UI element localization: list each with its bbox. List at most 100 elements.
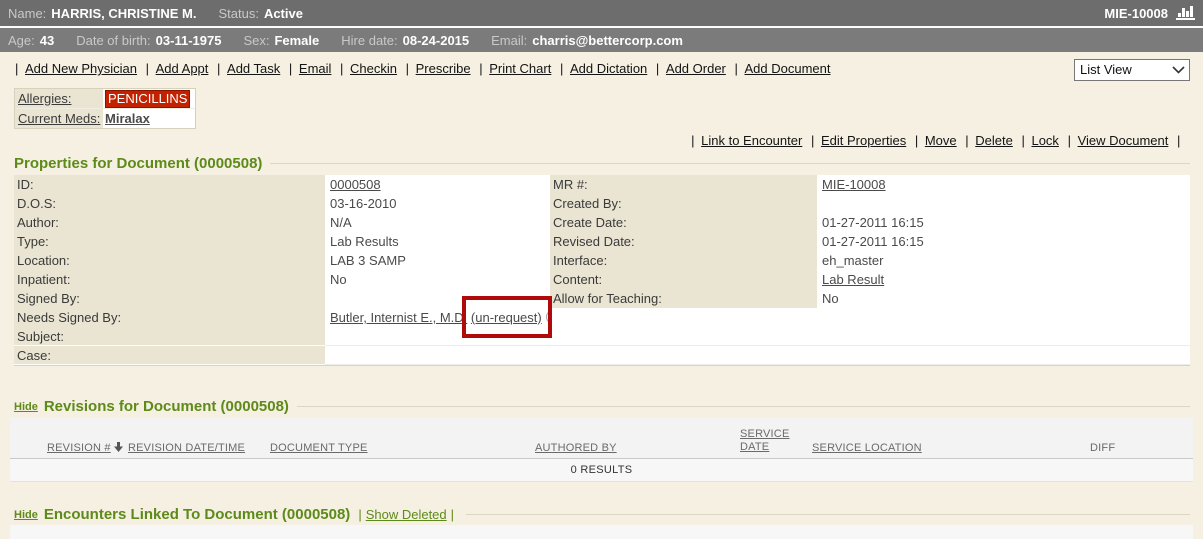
separator bbox=[811, 133, 818, 148]
prop-label: Location: bbox=[14, 251, 325, 271]
separator bbox=[1068, 133, 1075, 148]
encounters-title: Encounters Linked To Document (0000508) bbox=[44, 506, 350, 523]
separator bbox=[406, 61, 413, 76]
menu-add-dictation[interactable]: Add Dictation bbox=[570, 61, 647, 76]
delete-link[interactable]: Delete bbox=[975, 133, 1013, 148]
prop-label: Revised Date: bbox=[550, 232, 817, 252]
revisions-hide-link[interactable]: Hide bbox=[14, 401, 38, 413]
current-meds-value-cell: Miralax bbox=[103, 109, 195, 128]
prop-value: No bbox=[325, 270, 550, 290]
revisions-title: Revisions for Document (0000508) bbox=[44, 398, 289, 415]
table-row: Subject: bbox=[14, 327, 1190, 346]
flowsheet-chart-icon[interactable] bbox=[1176, 6, 1195, 20]
current-meds-row: Current Meds: Miralax bbox=[15, 109, 195, 128]
prop-value bbox=[325, 327, 550, 346]
document-id-link[interactable]: 0000508 bbox=[330, 177, 381, 192]
revisions-results-row: 0 RESULTS bbox=[10, 459, 1193, 482]
separator bbox=[691, 133, 698, 148]
allergy-badge[interactable]: PENICILLINS bbox=[105, 90, 190, 108]
mr-number-link[interactable]: MIE-10008 bbox=[822, 177, 886, 192]
document-type-sort-link[interactable]: DOCUMENT TYPE bbox=[270, 442, 368, 454]
link-to-encounter-link[interactable]: Link to Encounter bbox=[701, 133, 802, 148]
prop-label: D.O.S: bbox=[14, 194, 325, 214]
view-select[interactable]: List View bbox=[1074, 59, 1190, 81]
prop-value bbox=[325, 346, 550, 365]
patient-status: Active bbox=[264, 6, 303, 21]
allergies-link[interactable]: Allergies: bbox=[18, 91, 71, 106]
col-service-location: SERVICE LOCATION bbox=[812, 442, 922, 454]
move-link[interactable]: Move bbox=[925, 133, 957, 148]
needs-signed-by-cell: Butler, Internist E., M.D. (un-request)i bbox=[325, 308, 550, 328]
separator bbox=[1021, 133, 1028, 148]
col-authored-by: AUTHORED BY bbox=[535, 442, 617, 454]
revision-number-sort-link[interactable]: REVISION # bbox=[47, 442, 111, 454]
menu-prescribe[interactable]: Prescribe bbox=[416, 61, 471, 76]
allergies-row: Allergies: PENICILLINS bbox=[15, 89, 195, 109]
prop-value: No bbox=[817, 289, 1190, 309]
menu-add-task[interactable]: Add Task bbox=[227, 61, 280, 76]
prop-label: Type: bbox=[14, 232, 325, 252]
authored-by-sort-link[interactable]: AUTHORED BY bbox=[535, 442, 617, 454]
age-value: 43 bbox=[40, 33, 54, 48]
un-request-link[interactable]: (un-request) bbox=[471, 310, 542, 325]
demographics-bar: Age: 43 Date of birth: 03-11-1975 Sex: F… bbox=[0, 28, 1203, 52]
chevron-down-icon bbox=[1172, 66, 1185, 74]
age-label: Age: bbox=[8, 33, 35, 48]
prop-label: Interface: bbox=[550, 251, 817, 271]
service-location-sort-link[interactable]: SERVICE LOCATION bbox=[812, 442, 922, 454]
col-revision-datetime: REVISION DATE/TIME bbox=[128, 442, 245, 454]
prop-value bbox=[325, 289, 550, 309]
signer-link[interactable]: Butler, Internist E., M.D. bbox=[330, 310, 467, 325]
patient-name: HARRIS, CHRISTINE M. bbox=[51, 6, 196, 21]
table-row: Case: bbox=[14, 346, 1190, 365]
view-document-link[interactable]: View Document bbox=[1078, 133, 1169, 148]
col-revision-number: REVISION # bbox=[47, 442, 123, 454]
separator bbox=[915, 133, 922, 148]
med-link[interactable]: Miralax bbox=[105, 111, 150, 126]
prop-value: eh_master bbox=[817, 251, 1190, 271]
hire-date-value: 08-24-2015 bbox=[403, 33, 470, 48]
menu-checkin[interactable]: Checkin bbox=[350, 61, 397, 76]
table-row: Type: Lab Results Revised Date: 01-27-20… bbox=[14, 232, 1190, 251]
lock-link[interactable]: Lock bbox=[1031, 133, 1058, 148]
revisions-header-row: REVISION # REVISION DATE/TIME DOCUMENT T… bbox=[10, 418, 1193, 459]
prop-label: Inpatient: bbox=[14, 270, 325, 290]
encounters-hide-link[interactable]: Hide bbox=[14, 509, 38, 521]
action-menu-row: Add New Physician Add Appt Add Task Emai… bbox=[0, 52, 1203, 88]
prop-label: Subject: bbox=[14, 327, 325, 346]
menu-add-new-physician[interactable]: Add New Physician bbox=[25, 61, 137, 76]
prop-value: LAB 3 SAMP bbox=[325, 251, 550, 271]
prop-label: Author: bbox=[14, 213, 325, 233]
prop-label: MR #: bbox=[550, 175, 817, 195]
prop-label: Allow for Teaching: bbox=[550, 289, 817, 309]
separator bbox=[965, 133, 972, 148]
menu-print-chart[interactable]: Print Chart bbox=[489, 61, 551, 76]
show-deleted-link[interactable]: Show Deleted bbox=[366, 507, 447, 522]
page: Name: HARRIS, CHRISTINE M. Status: Activ… bbox=[0, 0, 1203, 539]
document-actions-row: Link to Encounter Edit Properties Move D… bbox=[0, 131, 1203, 150]
menu-add-appt[interactable]: Add Appt bbox=[156, 61, 209, 76]
edit-properties-link[interactable]: Edit Properties bbox=[821, 133, 906, 148]
menu-add-document[interactable]: Add Document bbox=[745, 61, 831, 76]
mr-number: MIE-10008 bbox=[1104, 6, 1168, 21]
table-row: Location: LAB 3 SAMP Interface: eh_maste… bbox=[14, 251, 1190, 270]
menu-email[interactable]: Email bbox=[299, 61, 332, 76]
separator bbox=[146, 61, 153, 76]
email-label: Email: bbox=[491, 33, 527, 48]
properties-title: Properties for Document (0000508) bbox=[14, 155, 262, 172]
hire-date-label: Hire date: bbox=[341, 33, 397, 48]
table-row: Inpatient: No Content: Lab Result bbox=[14, 270, 1190, 289]
content-link[interactable]: Lab Result bbox=[822, 272, 884, 287]
allergies-value-cell: PENICILLINS bbox=[103, 89, 195, 108]
prop-value: N/A bbox=[325, 213, 550, 233]
sort-desc-icon bbox=[114, 442, 123, 452]
current-meds-link[interactable]: Current Meds: bbox=[18, 111, 100, 126]
revision-datetime-sort-link[interactable]: REVISION DATE/TIME bbox=[128, 442, 245, 454]
prop-value: 01-27-2011 16:15 bbox=[817, 232, 1190, 252]
menu-add-order[interactable]: Add Order bbox=[666, 61, 726, 76]
sex-value: Female bbox=[274, 33, 319, 48]
table-row: Author: N/A Create Date: 01-27-2011 16:1… bbox=[14, 213, 1190, 232]
separator bbox=[340, 61, 347, 76]
heading-rule bbox=[466, 514, 1190, 515]
service-date-sort-link[interactable]: SERVICEDATE bbox=[740, 428, 790, 453]
